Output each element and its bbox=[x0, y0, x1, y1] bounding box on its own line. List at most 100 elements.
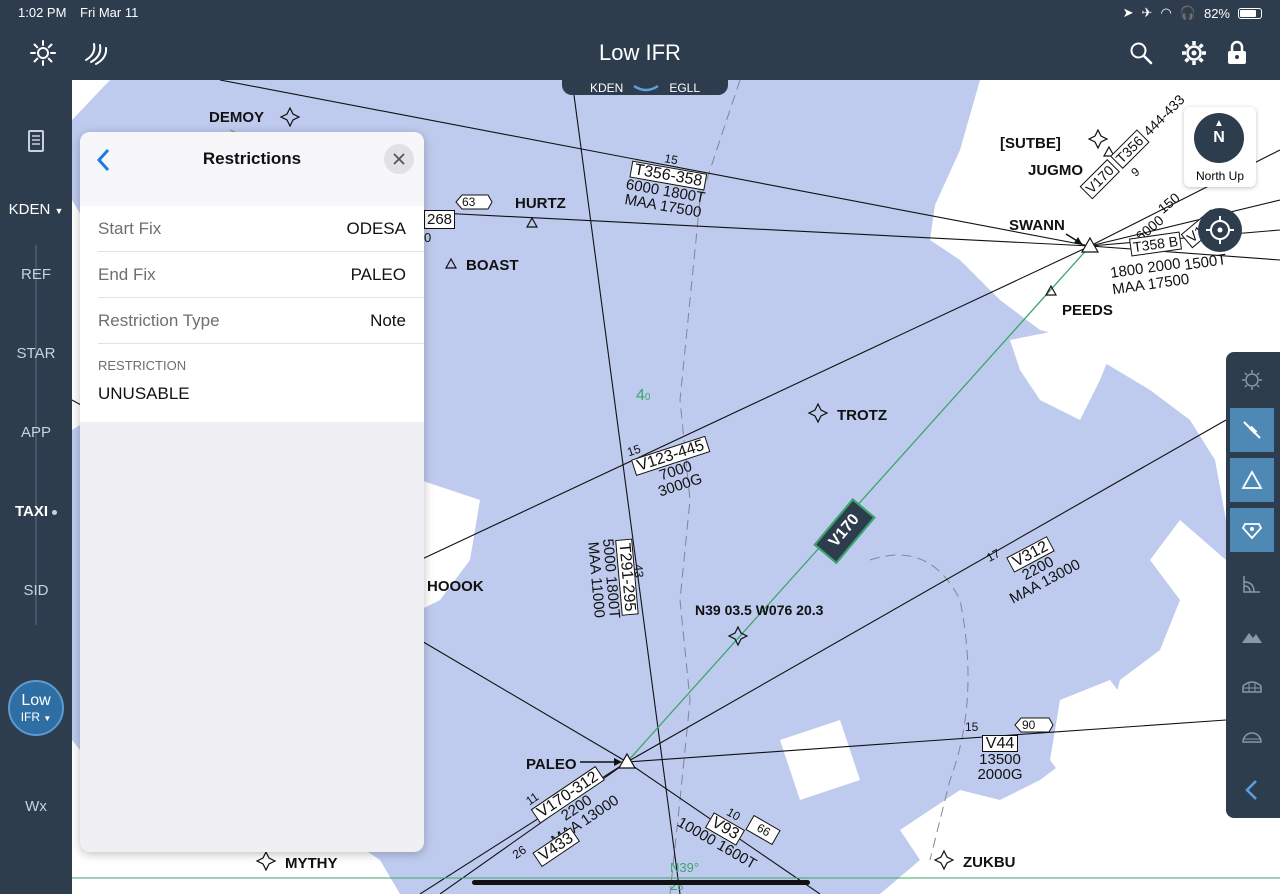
airway-mea: 15 bbox=[965, 720, 979, 734]
chevron-left-icon bbox=[1245, 780, 1257, 800]
map-tools-panel bbox=[1226, 352, 1280, 818]
terrain-icon bbox=[1242, 633, 1262, 643]
airway-label-v44[interactable]: 15 V44 13500 2000G bbox=[965, 720, 1035, 782]
tool-waypoints[interactable] bbox=[1230, 458, 1274, 502]
partial-airway-tail: 0 bbox=[424, 230, 432, 245]
left-rail: KDEN ▼ REF STAR APP TAXI SID Low IFR ▼ W… bbox=[0, 80, 72, 894]
grid-altitude-sub: 0 bbox=[644, 392, 651, 403]
tool-terrain[interactable] bbox=[1230, 614, 1274, 658]
north-up-toggle[interactable]: ▲ N North Up bbox=[1184, 107, 1256, 187]
restriction-value: UNUSABLE bbox=[98, 384, 190, 403]
north-arrow-icon: ▲ bbox=[1214, 118, 1224, 129]
battery-icon bbox=[1238, 7, 1262, 19]
chart-layer-button[interactable]: Low IFR ▼ bbox=[8, 680, 64, 736]
detail-key: Restriction Type bbox=[98, 311, 220, 330]
documents-button[interactable] bbox=[0, 130, 72, 156]
tool-settings[interactable] bbox=[1230, 358, 1274, 402]
chart-layer-line1: Low bbox=[21, 692, 51, 709]
detail-key: End Fix bbox=[98, 265, 156, 284]
protractor-icon bbox=[1242, 732, 1262, 743]
chart-layer-line2-wrap: IFR ▼ bbox=[10, 710, 62, 724]
restriction-block: RESTRICTION UNUSABLE bbox=[98, 344, 424, 422]
airport-selector[interactable]: KDEN ▼ bbox=[0, 201, 72, 218]
gear-icon bbox=[1182, 41, 1206, 65]
detail-row-start-fix: Start Fix ODESA bbox=[98, 206, 424, 252]
settings-button[interactable] bbox=[1179, 38, 1209, 68]
fix-label-hoook[interactable]: HOOOK bbox=[427, 578, 484, 595]
grid-altitude: 40 bbox=[636, 387, 650, 405]
crosshair-icon bbox=[1206, 216, 1234, 244]
close-icon bbox=[393, 153, 405, 165]
compass-north: N bbox=[1213, 129, 1225, 146]
status-time: 1:02 PM bbox=[18, 5, 67, 20]
rail-item-sid[interactable]: SID bbox=[0, 582, 72, 599]
panel-header: Restrictions bbox=[80, 132, 424, 206]
fix-label-jugmo[interactable]: JUGMO bbox=[1028, 162, 1083, 179]
home-indicator[interactable] bbox=[472, 880, 810, 885]
weather-button[interactable]: Wx bbox=[0, 798, 72, 815]
grid-altitude-main: 4 bbox=[636, 387, 645, 404]
tool-grid[interactable] bbox=[1230, 664, 1274, 708]
airspace-icon bbox=[1243, 576, 1260, 593]
search-button[interactable] bbox=[1126, 38, 1156, 68]
close-button[interactable] bbox=[384, 144, 414, 174]
wifi-icon: ◠ bbox=[1160, 5, 1172, 20]
rail-item-star[interactable]: STAR bbox=[0, 345, 72, 362]
airway-line2: 2000G bbox=[977, 766, 1023, 783]
fix-label-trotz[interactable]: TROTZ bbox=[837, 407, 887, 424]
status-bar: 1:02 PM Fri Mar 11 ➤ ✈ ◠ 🎧 82% bbox=[0, 0, 1280, 26]
airway-mea-43: 43 bbox=[631, 563, 647, 579]
caret-down-icon: ▼ bbox=[54, 206, 64, 216]
status-date: Fri Mar 11 bbox=[80, 5, 139, 20]
partial-airway-label[interactable]: 268 bbox=[424, 210, 456, 229]
compass-label: North Up bbox=[1195, 169, 1245, 183]
lock-icon bbox=[1228, 40, 1246, 64]
triangle-icon bbox=[1241, 470, 1263, 489]
detail-value: ODESA bbox=[346, 219, 406, 238]
airway-icon bbox=[1243, 421, 1261, 439]
fix-label-mythy[interactable]: MYTHY bbox=[285, 855, 338, 872]
top-toolbar: Low IFR bbox=[0, 26, 1280, 80]
tool-collapse[interactable] bbox=[1230, 768, 1274, 812]
fix-label-peeds[interactable]: PEEDS bbox=[1062, 302, 1113, 319]
detail-key: Start Fix bbox=[98, 219, 162, 238]
page-title: Low IFR bbox=[599, 40, 681, 65]
caret-down-icon: ▼ bbox=[43, 714, 52, 723]
search-icon bbox=[1130, 42, 1153, 65]
airplane-icon: ✈ bbox=[1141, 5, 1153, 20]
tool-navaids[interactable] bbox=[1230, 508, 1274, 552]
compass-icon: ▲ N bbox=[1194, 113, 1244, 163]
route-tab[interactable]: KDEN EGLL bbox=[562, 80, 728, 95]
active-dot bbox=[52, 509, 58, 515]
center-position-button[interactable] bbox=[1198, 208, 1242, 252]
route-arc-icon bbox=[633, 84, 660, 91]
fix-label-hurtz[interactable]: HURTZ bbox=[515, 195, 566, 212]
tool-airways[interactable] bbox=[1230, 408, 1274, 452]
latitude-label: N39° bbox=[670, 860, 700, 875]
tool-airspace[interactable] bbox=[1230, 562, 1274, 606]
lock-button[interactable] bbox=[1222, 38, 1252, 68]
coordinate-fix-label[interactable]: N39 03.5 W076 20.3 bbox=[695, 602, 823, 618]
chart-layer-line2: IFR bbox=[20, 710, 41, 724]
detail-value: Note bbox=[370, 311, 406, 330]
tool-range[interactable] bbox=[1230, 714, 1274, 758]
fix-label-demoy[interactable]: DEMOY bbox=[209, 109, 264, 126]
rail-item-ref[interactable]: REF bbox=[0, 266, 72, 283]
detail-row-restriction-type: Restriction Type Note bbox=[98, 298, 424, 344]
fix-label-boast[interactable]: BOAST bbox=[466, 257, 519, 274]
fix-label-sutbe[interactable]: [SUTBE] bbox=[1000, 135, 1061, 152]
gear-outline-icon bbox=[1242, 370, 1262, 390]
navaid-icon bbox=[1241, 523, 1263, 540]
rail-item-taxi[interactable]: TAXI bbox=[0, 503, 72, 520]
fix-label-swann[interactable]: SWANN bbox=[1009, 217, 1065, 234]
route-origin: KDEN bbox=[589, 80, 624, 95]
airport-code: KDEN bbox=[8, 201, 51, 218]
restrictions-panel: Restrictions Start Fix ODESA End Fix PAL… bbox=[80, 132, 424, 852]
fix-label-zukbu[interactable]: ZUKBU bbox=[963, 854, 1016, 871]
detail-row-end-fix: End Fix PALEO bbox=[98, 252, 424, 298]
globe-grid-icon bbox=[1242, 681, 1262, 693]
rail-item-app[interactable]: APP bbox=[0, 424, 72, 441]
headphones-icon: 🎧 bbox=[1179, 5, 1196, 20]
restriction-details: Start Fix ODESA End Fix PALEO Restrictio… bbox=[80, 206, 424, 422]
battery-percent: 82% bbox=[1203, 5, 1230, 21]
